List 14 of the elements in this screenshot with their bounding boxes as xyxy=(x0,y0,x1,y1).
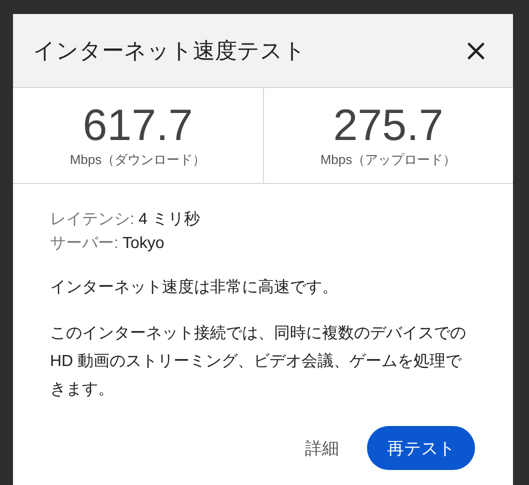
summary-text: インターネット速度は非常に高速です。 xyxy=(50,278,339,298)
speed-value: 275.7 xyxy=(333,102,444,148)
retest-button[interactable]: 再テスト xyxy=(367,426,475,470)
close-icon xyxy=(467,42,485,60)
description-text: このインターネット接続では、同時に複数のデバイスでの HD 動画のストリーミング、ビデオ会議、ゲームを処理できます。 xyxy=(50,324,467,400)
details-button[interactable]: 詳細 xyxy=(301,428,343,468)
detail-value: 4 ミリ秒 xyxy=(138,211,200,228)
detail-value: Tokyo xyxy=(122,235,164,252)
speed-unit: Mbps（アップロード） xyxy=(320,150,456,168)
speed-unit: Mbps（ダウンロード） xyxy=(70,150,206,168)
dialog-title: インターネット速度テスト xyxy=(33,36,306,64)
speed-value: 617.7 xyxy=(82,102,193,148)
detail-label: サーバー: xyxy=(50,235,118,252)
detail-label: レイテンシ: xyxy=(50,211,134,228)
